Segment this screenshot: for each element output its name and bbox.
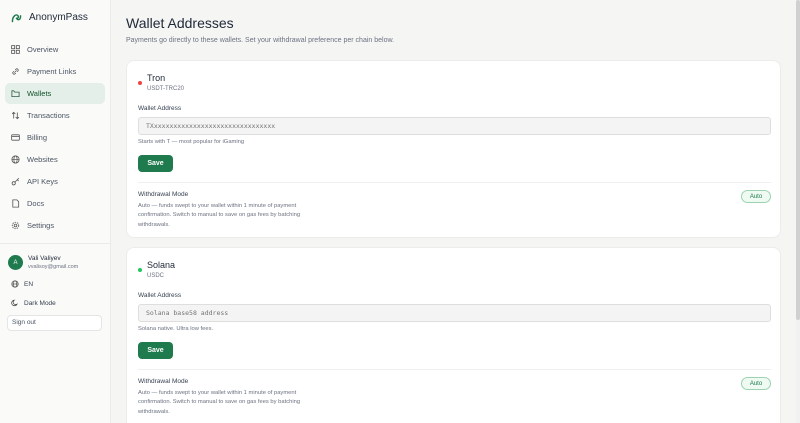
- wallet-address-label: Wallet Address: [138, 105, 182, 112]
- brand[interactable]: AnonymPass: [10, 11, 88, 24]
- sidebar-item-payment-links[interactable]: Payment Links: [5, 61, 105, 82]
- globe-icon: [11, 155, 20, 164]
- chain-status-dot: [138, 268, 142, 272]
- sidebar-item-billing[interactable]: Billing: [5, 127, 105, 148]
- wallet-icon: [11, 89, 20, 98]
- doc-icon: [11, 199, 20, 208]
- globe-icon: [11, 280, 19, 288]
- sidebar-item-label: Payment Links: [27, 67, 77, 76]
- moon-icon: [11, 299, 18, 307]
- wallet-address-input[interactable]: [138, 117, 771, 135]
- chain-name: Solana: [147, 260, 176, 270]
- link-icon: [11, 67, 20, 76]
- user-email: vvalisoy@gmail.com: [28, 264, 79, 270]
- sidebar-item-overview[interactable]: Overview: [5, 39, 105, 60]
- wallet-card-solana: Solana USDC Wallet Address Solana native…: [126, 247, 781, 423]
- withdrawal-mode-title: Withdrawal Mode: [138, 378, 189, 385]
- app-name: AnonymPass: [29, 12, 88, 23]
- chain-name: Tron: [147, 73, 166, 83]
- user-name: Vali Valiyev: [28, 255, 61, 262]
- withdrawal-mode-title: Withdrawal Mode: [138, 191, 189, 198]
- wallet-address-hint: Starts with T — most popular for iGaming: [138, 139, 245, 145]
- page-subtitle: Payments go directly to these wallets. S…: [126, 37, 395, 44]
- avatar: A: [8, 255, 23, 270]
- gear-icon: [11, 221, 20, 230]
- withdrawal-mode-description: Auto — funds swept to your wallet within…: [138, 203, 301, 228]
- sidebar-item-api-keys[interactable]: API Keys: [5, 171, 105, 192]
- wallet-address-hint: Solana native. Ultra low fees.: [138, 326, 214, 332]
- withdrawal-mode-toggle[interactable]: Auto: [741, 190, 771, 203]
- chain-token: USDC: [147, 273, 165, 279]
- chain-status-dot: [138, 81, 142, 85]
- wallet-card-tron: Tron USDT-TRC20 Wallet Address Starts wi…: [126, 60, 781, 238]
- wallet-address-input[interactable]: [138, 304, 771, 322]
- user-profile[interactable]: A Vali Valiyev vvalisoy@gmail.com: [8, 254, 78, 271]
- card-icon: [11, 133, 20, 142]
- wallet-address-label: Wallet Address: [138, 292, 182, 299]
- sidebar-item-label: Billing: [27, 133, 48, 142]
- page-scrollbar[interactable]: [796, 0, 800, 423]
- logo-icon: [11, 14, 22, 23]
- chain-token: USDT-TRC20: [147, 86, 185, 92]
- scrollbar-thumb[interactable]: [796, 0, 800, 320]
- save-button[interactable]: Save: [138, 342, 173, 359]
- sidebar-divider: [0, 243, 110, 244]
- sidebar-item-label: Overview: [27, 45, 59, 54]
- sidebar-item-label: Transactions: [27, 111, 70, 120]
- card-divider: [138, 182, 771, 183]
- key-icon: [11, 177, 20, 186]
- sidebar-item-transactions[interactable]: Transactions: [5, 105, 105, 126]
- dark-mode-toggle[interactable]: Dark Mode: [11, 299, 56, 307]
- language-selector[interactable]: EN: [11, 280, 33, 288]
- sidebar-item-label: Websites: [27, 155, 58, 164]
- grid-icon: [11, 45, 20, 54]
- withdrawal-mode-toggle[interactable]: Auto: [741, 377, 771, 390]
- sidebar-item-docs[interactable]: Docs: [5, 193, 105, 214]
- page-title: Wallet Addresses: [126, 15, 234, 31]
- language-label: EN: [24, 280, 34, 288]
- sidebar-item-websites[interactable]: Websites: [5, 149, 105, 170]
- sidebar: AnonymPass Overview Payment Links Wallet…: [0, 0, 111, 423]
- sidebar-nav: Overview Payment Links Wallets Transacti…: [5, 39, 105, 237]
- sign-out-button[interactable]: Sign out: [7, 315, 102, 331]
- card-divider: [138, 369, 771, 370]
- sidebar-item-settings[interactable]: Settings: [5, 215, 105, 236]
- sidebar-item-label: API Keys: [27, 177, 58, 186]
- dark-mode-label: Dark Mode: [24, 299, 56, 307]
- withdrawal-mode-description: Auto — funds swept to your wallet within…: [138, 390, 301, 415]
- sidebar-item-wallets[interactable]: Wallets: [5, 83, 105, 104]
- main-content: Wallet Addresses Payments go directly to…: [111, 0, 800, 423]
- sidebar-item-label: Settings: [27, 221, 55, 230]
- arrows-icon: [11, 111, 20, 120]
- save-button[interactable]: Save: [138, 155, 173, 172]
- sidebar-item-label: Wallets: [27, 89, 52, 98]
- sidebar-item-label: Docs: [27, 199, 45, 208]
